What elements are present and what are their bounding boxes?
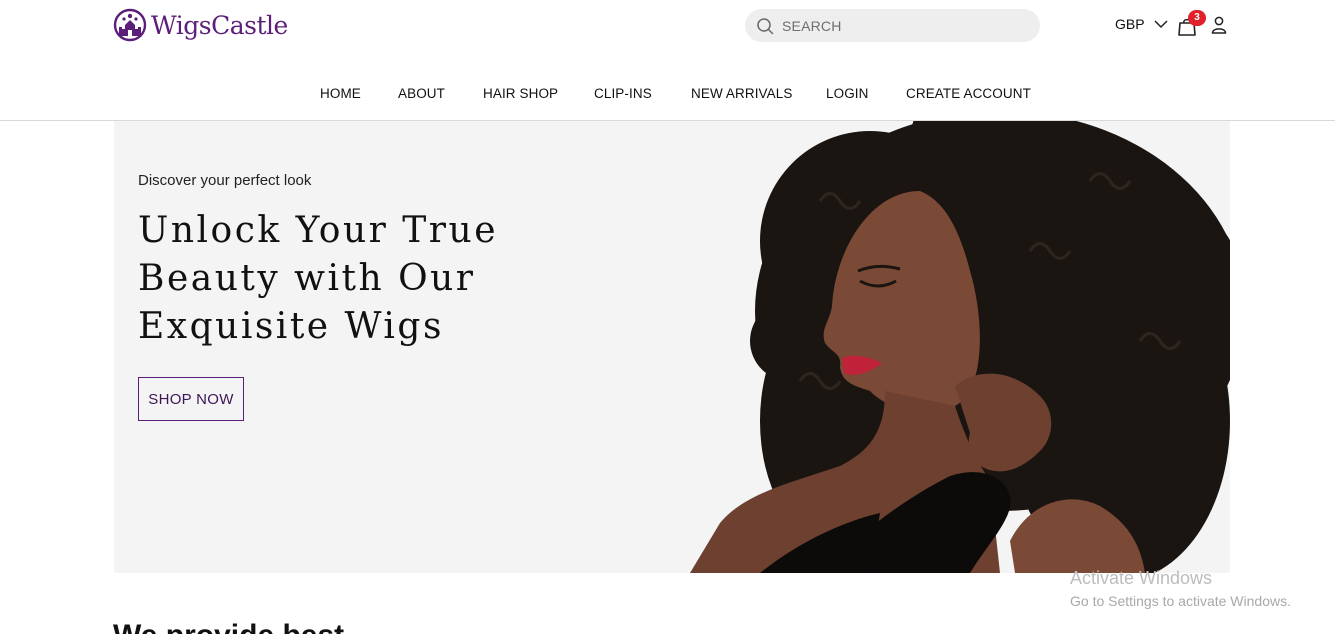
- cart-count-badge: 3: [1188, 10, 1206, 26]
- nav-item-create-account[interactable]: CREATE ACCOUNT: [906, 86, 1031, 101]
- nav-item-about[interactable]: ABOUT: [398, 86, 445, 101]
- nav-item-login[interactable]: LOGIN: [826, 86, 869, 101]
- activate-windows-title: Activate Windows: [1070, 568, 1213, 588]
- section-heading: We provide best: [113, 619, 344, 634]
- activate-windows-subtitle: Go to Settings to activate Windows.: [1070, 593, 1291, 609]
- nav-item-new-arrivals[interactable]: NEW ARRIVALS: [691, 86, 792, 101]
- search-icon: [757, 17, 774, 34]
- currency-label: GBP: [1115, 16, 1145, 32]
- hero-eyebrow-text: Discover your perfect look: [138, 172, 312, 189]
- hero-model-image: [670, 121, 1230, 573]
- hero-banner: Discover your perfect look Unlock Your T…: [114, 121, 1230, 573]
- castle-logo-icon: [113, 8, 147, 42]
- brand-logo[interactable]: WigsCastle: [113, 8, 288, 42]
- nav-item-home[interactable]: HOME: [320, 86, 361, 101]
- site-header: WigsCastle GBP 3 HOME ABOUT HAIR SHOP CL…: [0, 0, 1335, 121]
- search-bar[interactable]: [745, 9, 1040, 42]
- chevron-down-icon: [1154, 20, 1168, 29]
- hero-title: Unlock Your True Beauty with Our Exquisi…: [138, 210, 498, 347]
- brand-name: WigsCastle: [151, 10, 288, 40]
- search-input[interactable]: [782, 17, 1022, 34]
- shop-now-button[interactable]: SHOP NOW: [138, 377, 244, 421]
- user-account-icon[interactable]: [1211, 16, 1227, 34]
- nav-item-clip-ins[interactable]: CLIP-INS: [594, 86, 652, 101]
- currency-selector[interactable]: GBP: [1115, 16, 1168, 32]
- nav-item-hair-shop[interactable]: HAIR SHOP: [483, 86, 558, 101]
